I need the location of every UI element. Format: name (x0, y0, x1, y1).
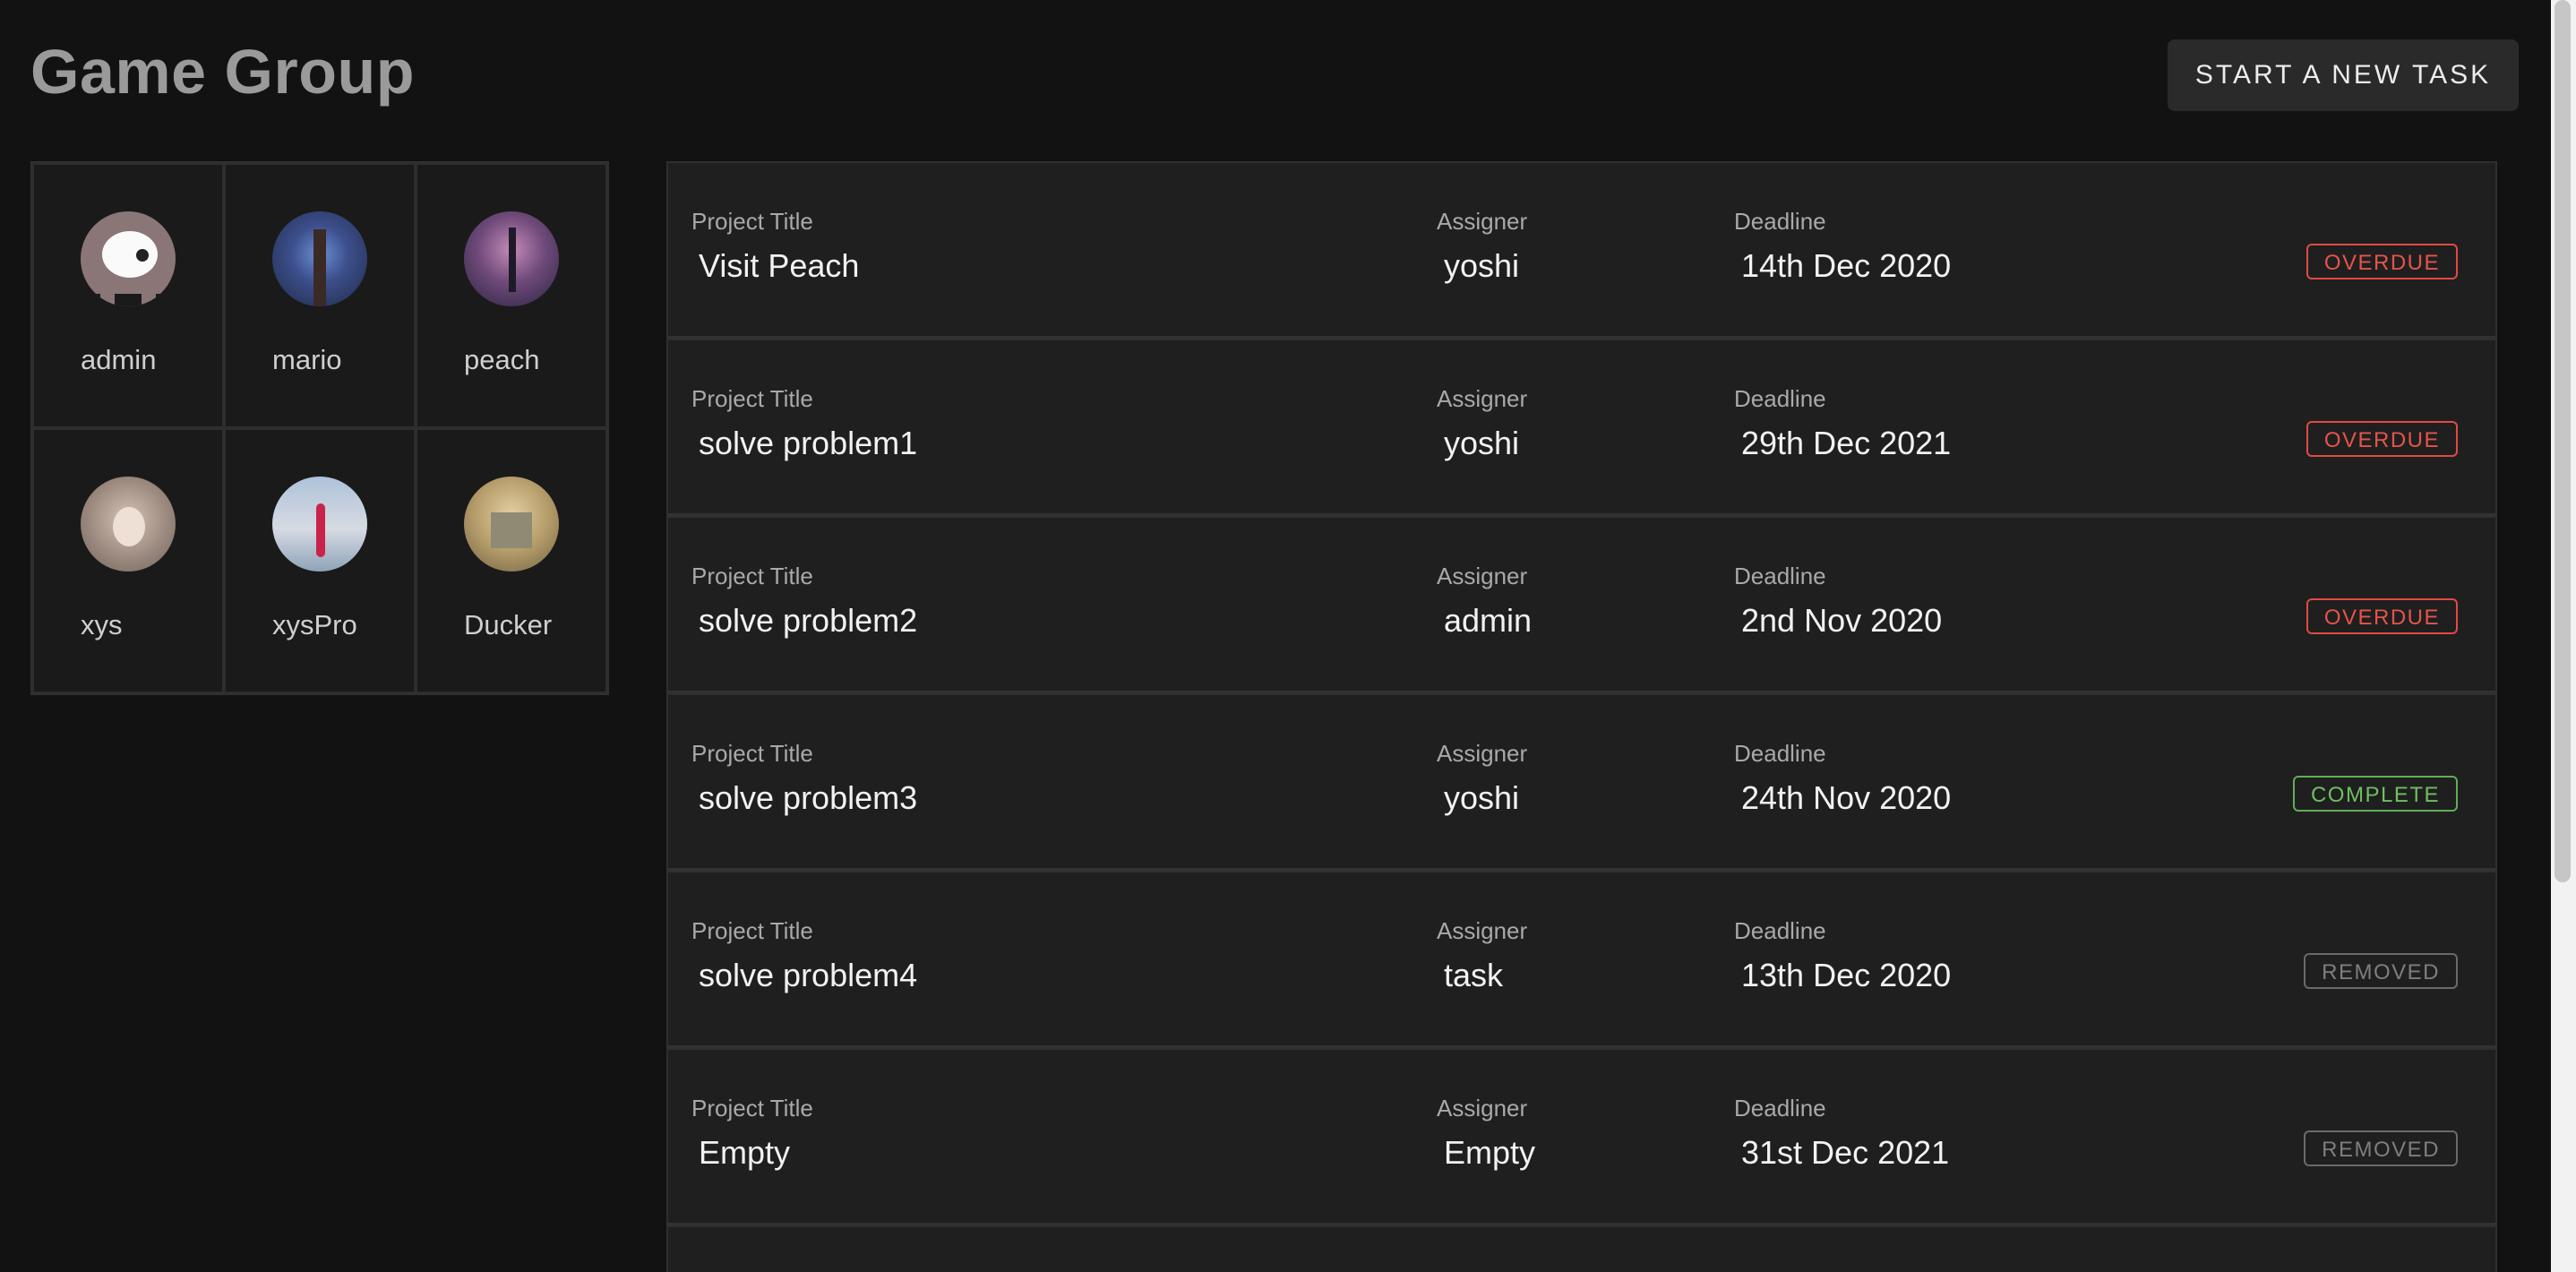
project-title: solve problem4 (699, 957, 918, 993)
project-title-label: Project Title (691, 385, 813, 412)
member-card[interactable]: Ducker (416, 428, 607, 693)
project-title: Empty (699, 1134, 791, 1171)
project-title: Visit Peach (699, 247, 860, 284)
avatar-detail (113, 507, 145, 546)
task-row[interactable]: Project Title solve problem2 Assigner ad… (666, 516, 2497, 693)
project-title-label: Project Title (691, 917, 813, 944)
member-name: xysPro (272, 609, 357, 640)
assigner-label: Assigner (1437, 385, 1528, 412)
status-badge: OVERDUE (2306, 421, 2458, 457)
member-name: peach (464, 344, 540, 375)
member-card[interactable]: mario (224, 163, 416, 428)
task-row[interactable]: Project Title solve problem3 Assigner yo… (666, 693, 2497, 871)
task-list: Project Title Visit Peach Assigner yoshi… (666, 161, 2497, 1272)
project-title: solve problem3 (699, 779, 918, 816)
deadline-value: 29th Dec 2021 (1741, 425, 1952, 461)
deadline-label: Deadline (1734, 917, 1826, 944)
deadline-label: Deadline (1734, 1095, 1826, 1122)
member-name: admin (81, 344, 157, 375)
start-new-task-button[interactable]: START A NEW TASK (2168, 39, 2519, 111)
deadline-label: Deadline (1734, 563, 1826, 589)
assigner-label: Assigner (1437, 563, 1528, 589)
avatar (81, 211, 176, 306)
project-title-label: Project Title (691, 208, 813, 235)
avatar (81, 477, 176, 572)
avatar (464, 477, 559, 572)
avatar-detail (316, 503, 325, 557)
scrollbar-thumb[interactable] (2555, 0, 2571, 882)
assigner-value: yoshi (1444, 247, 1520, 284)
assigner-value: admin (1444, 602, 1533, 639)
avatar (272, 477, 367, 572)
project-title: solve problem2 (699, 602, 918, 639)
member-name: Ducker (464, 609, 553, 640)
deadline-label: Deadline (1734, 208, 1826, 235)
task-row[interactable] (666, 1225, 2497, 1272)
eye-icon (102, 231, 158, 278)
deadline-value: 31st Dec 2021 (1741, 1134, 1950, 1171)
project-title-label: Project Title (691, 740, 813, 767)
member-card[interactable]: peach (416, 163, 607, 428)
status-badge: COMPLETE (2292, 776, 2458, 812)
page-title: Game Group (30, 37, 415, 107)
deadline-value: 13th Dec 2020 (1741, 957, 1952, 993)
member-name: mario (272, 344, 342, 375)
avatar-leg (142, 285, 156, 306)
member-card[interactable]: xys (32, 428, 224, 693)
avatar-leg (100, 285, 115, 306)
project-title: solve problem1 (699, 425, 918, 461)
assigner-value: task (1444, 957, 1504, 993)
status-badge: REMOVED (2304, 953, 2458, 989)
deadline-label: Deadline (1734, 385, 1826, 412)
member-grid: admin mario peach xys xysPro Ducker (30, 161, 609, 695)
member-card[interactable]: admin (32, 163, 224, 428)
assigner-label: Assigner (1437, 208, 1528, 235)
assigner-label: Assigner (1437, 740, 1528, 767)
deadline-value: 2nd Nov 2020 (1741, 602, 1943, 639)
avatar-detail (491, 512, 532, 548)
assigner-label: Assigner (1437, 917, 1528, 944)
task-row[interactable]: Project Title Visit Peach Assigner yoshi… (666, 161, 2497, 339)
avatar-detail (509, 228, 516, 292)
assigner-value: Empty (1444, 1134, 1536, 1171)
status-badge: OVERDUE (2306, 244, 2458, 279)
project-title-label: Project Title (691, 1095, 813, 1122)
assigner-value: yoshi (1444, 425, 1520, 461)
pupil-icon (136, 249, 149, 262)
assigner-label: Assigner (1437, 1095, 1528, 1122)
assigner-value: yoshi (1444, 779, 1520, 816)
member-name: xys (81, 609, 123, 640)
task-row[interactable]: Project Title solve problem4 Assigner ta… (666, 871, 2497, 1048)
task-row[interactable]: Project Title Empty Assigner Empty Deadl… (666, 1048, 2497, 1225)
avatar-detail (313, 229, 326, 306)
avatar (272, 211, 367, 306)
deadline-value: 14th Dec 2020 (1741, 247, 1952, 284)
avatar (464, 211, 559, 306)
task-row[interactable]: Project Title solve problem1 Assigner yo… (666, 339, 2497, 516)
deadline-value: 24th Nov 2020 (1741, 779, 1952, 816)
status-badge: REMOVED (2304, 1130, 2458, 1166)
project-title-label: Project Title (691, 563, 813, 589)
member-card[interactable]: xysPro (224, 428, 416, 693)
avatar-mask (81, 294, 176, 306)
deadline-label: Deadline (1734, 740, 1826, 767)
status-badge: OVERDUE (2306, 598, 2458, 634)
